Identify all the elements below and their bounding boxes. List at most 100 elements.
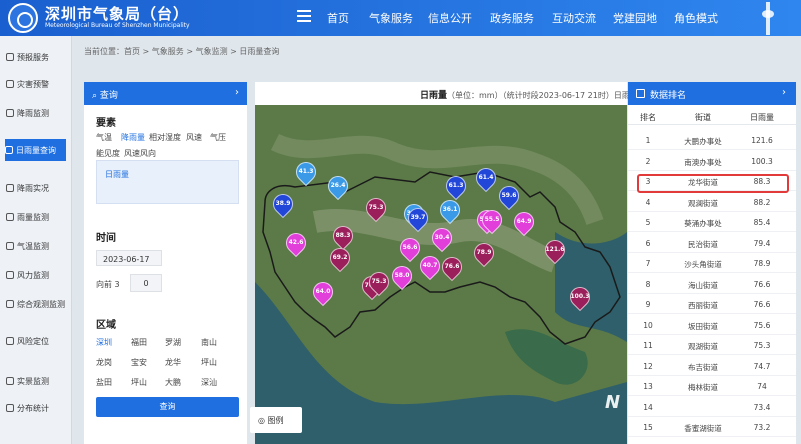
sidebar-item-warning[interactable]: 灾害预警 <box>6 73 66 95</box>
wind-icon <box>6 271 14 279</box>
bureau-logo[interactable] <box>8 3 38 33</box>
search-icon <box>5 146 13 154</box>
region-option[interactable]: 深汕 <box>201 377 217 388</box>
rainfall-cell: 75.3 <box>753 341 771 350</box>
search-icon: ⌕ <box>92 91 100 101</box>
table-row[interactable]: 2 南澳办事处 100.3 <box>628 151 796 171</box>
rank-cell: 13 <box>643 382 653 391</box>
region-option[interactable]: 福田 <box>131 337 147 348</box>
selected-element-box[interactable]: 日雨量 <box>96 160 239 204</box>
sidebar-item-temperature[interactable]: 气温监测 <box>6 235 66 257</box>
table-row[interactable]: 9 西丽街道 76.6 <box>628 294 796 314</box>
column-rainfall: 日雨量 <box>750 113 774 122</box>
region-option[interactable]: 盐田 <box>96 377 112 388</box>
sidebar-item-rain-gauge[interactable]: 雨量监测 <box>6 206 66 228</box>
rain-icon <box>6 109 14 117</box>
region-option[interactable]: 坪山 <box>131 377 147 388</box>
rainfall-cell: 76.6 <box>753 279 771 289</box>
rain-marker-label: 64.0 <box>315 288 331 295</box>
tower-icon <box>760 2 776 35</box>
table-row[interactable]: 8 海山街道 76.6 <box>628 274 796 294</box>
sidebar: 预报服务 灾害预警 降雨监测 日雨量查询 降雨实况 雨量监测 气温监测 风力监测… <box>0 36 72 444</box>
nav-party[interactable]: 党建园地 <box>613 10 657 26</box>
region-option[interactable]: 龙岗 <box>96 357 112 368</box>
rainfall-cell: 85.4 <box>753 218 771 227</box>
element-option[interactable]: 降雨量 <box>121 132 145 143</box>
element-option[interactable]: 相对湿度 <box>149 132 181 143</box>
rain-marker-label: 69.2 <box>332 254 348 261</box>
element-option[interactable]: 气压 <box>210 132 226 143</box>
rain-marker-label: 56.6 <box>402 244 418 251</box>
table-row[interactable]: 11 观湖街道 75.3 <box>628 335 796 355</box>
nav-info-disclosure[interactable]: 信息公开 <box>428 10 472 26</box>
rain-marker-label: 61.3 <box>448 182 464 189</box>
table-row[interactable]: 15 香蜜湖街道 73.2 <box>628 417 796 437</box>
warning-icon <box>6 80 14 88</box>
region-option[interactable]: 龙华 <box>165 357 181 368</box>
rank-cell: 2 <box>645 156 651 166</box>
nav-weather-service[interactable]: 气象服务 <box>369 10 413 26</box>
rank-cell: 12 <box>643 361 653 371</box>
nav-role-mode[interactable]: 角色模式 <box>674 10 718 26</box>
legend-button[interactable]: ◎ 图例 <box>250 407 302 433</box>
table-row[interactable]: 6 民治街道 79.4 <box>628 233 796 253</box>
region-option[interactable]: 罗湖 <box>165 337 181 348</box>
site-title[interactable]: 深圳市气象局（台） <box>45 3 189 24</box>
chevron-right-icon[interactable]: › <box>782 87 786 98</box>
chevron-right-icon[interactable]: › <box>235 87 239 98</box>
rainfall-cell: 73.4 <box>753 402 771 412</box>
rain-marker-label: 59.6 <box>501 192 517 199</box>
rank-cell: 1 <box>645 136 651 145</box>
site-title-en: Meteorological Bureau of Shenzhen Munici… <box>45 22 190 29</box>
table-row[interactable]: 12 布吉街道 74.7 <box>628 356 796 376</box>
region-option[interactable]: 坪山 <box>201 357 217 368</box>
hour-input[interactable]: 0 <box>130 274 162 292</box>
street-cell: 大鹏办事处 <box>684 137 722 146</box>
sidebar-item-statistics[interactable]: 分布统计 <box>6 397 66 419</box>
table-row[interactable]: 5 葵涌办事处 85.4 <box>628 212 796 232</box>
region-option[interactable]: 大鹏 <box>165 377 181 388</box>
table-row[interactable]: 1 大鹏办事处 121.6 <box>628 130 796 150</box>
element-option[interactable]: 气温 <box>96 132 112 143</box>
element-option[interactable]: 能见度 <box>96 148 120 159</box>
region-option[interactable]: 南山 <box>201 337 217 348</box>
sidebar-item-forecast[interactable]: 预报服务 <box>6 46 66 68</box>
region-option[interactable]: 宝安 <box>131 357 147 368</box>
sidebar-item-rain-live[interactable]: 降雨实况 <box>6 177 66 199</box>
sidebar-item-observation[interactable]: 综合观测监测 <box>6 293 66 315</box>
selected-element: 日雨量 <box>105 170 129 179</box>
sidebar-item-wind[interactable]: 风力监测 <box>6 264 66 286</box>
ranking-panel: 数据排名 › 排名 街道 日雨量 1 大鹏办事处 121.6 2 南澳办事处 100.3 3 龙… <box>628 82 796 444</box>
sidebar-item-daily-rain[interactable]: 日雨量查询 <box>5 139 66 161</box>
nav-gov-service[interactable]: 政务服务 <box>490 10 534 26</box>
table-row[interactable]: 14 73.4 <box>628 397 796 417</box>
date-input[interactable]: 2023-06-17 <box>96 250 162 266</box>
table-row[interactable]: 13 梅林街道 74 <box>628 376 796 396</box>
rain-marker-label: 88.3 <box>335 232 351 239</box>
sidebar-item-live-view[interactable]: 实景监测 <box>6 370 66 392</box>
rain-marker-label: 61.4 <box>478 174 494 181</box>
ranking-panel-header[interactable]: 数据排名 › <box>628 82 796 105</box>
query-button[interactable]: 查询 <box>96 397 239 417</box>
menu-icon[interactable] <box>297 10 311 22</box>
region-label: 区域 <box>96 320 116 331</box>
table-row[interactable]: 4 观澜街道 88.2 <box>628 192 796 212</box>
table-row[interactable]: 10 坂田街道 75.6 <box>628 315 796 335</box>
element-option[interactable]: 风速 <box>186 132 202 143</box>
rain-marker-label: 78.9 <box>476 249 492 256</box>
street-cell: 布吉街道 <box>688 362 718 372</box>
nav-interaction[interactable]: 互动交流 <box>552 10 596 26</box>
sidebar-item-rain-monitor[interactable]: 降雨监测 <box>6 102 66 124</box>
elements-label: 要素 <box>96 118 116 129</box>
rain-marker-label: 41.3 <box>298 168 314 175</box>
thermometer-icon <box>6 242 14 250</box>
nav-home[interactable]: 首页 <box>327 10 349 26</box>
element-option[interactable]: 风速风向 <box>124 148 156 159</box>
query-panel-header[interactable]: ⌕ 查询 › <box>84 82 247 105</box>
breadcrumb: 当前位置：首页 > 气象服务 > 气象监测 > 日雨量查询 <box>84 47 280 56</box>
map-header: 日雨量（单位：mm）（统计时段2023-06-17 21时）日雨量分布 <box>255 82 654 105</box>
sidebar-item-risk[interactable]: 风险定位 <box>6 330 66 352</box>
table-row[interactable]: 7 沙头角街道 78.9 <box>628 253 796 273</box>
rank-cell: 4 <box>645 197 651 207</box>
region-option[interactable]: 深圳 <box>96 337 112 348</box>
